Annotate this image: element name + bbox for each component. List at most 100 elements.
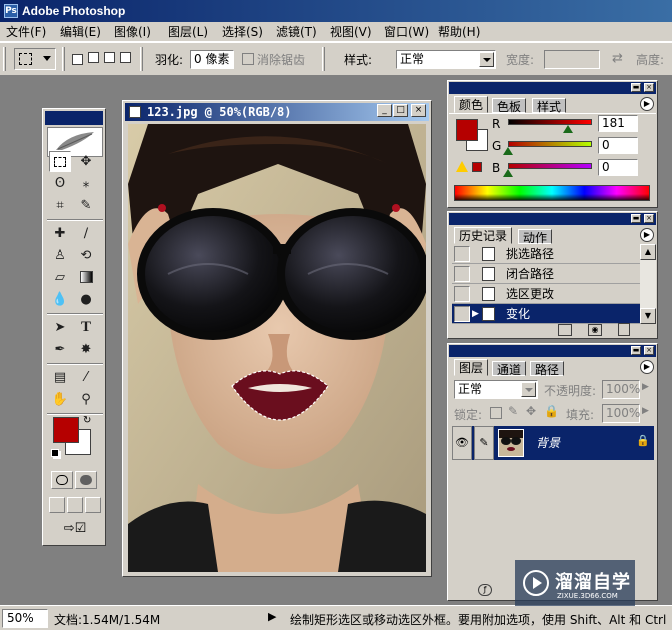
tab-swatches[interactable]: 色板 bbox=[492, 98, 527, 114]
history-item[interactable]: 选区更改 bbox=[452, 284, 644, 304]
default-colors-icon[interactable] bbox=[51, 449, 59, 457]
options-grip[interactable] bbox=[3, 47, 6, 71]
color-fg-swatch[interactable] bbox=[456, 119, 478, 141]
lock-position-icon[interactable]: ✥ bbox=[526, 404, 536, 418]
history-snapshot-checkbox[interactable] bbox=[454, 286, 470, 302]
menu-view[interactable]: 视图(V) bbox=[328, 24, 374, 40]
panel-menu-arrow-icon[interactable]: ▶ bbox=[640, 97, 654, 111]
hand-tool[interactable]: ✋ bbox=[49, 389, 71, 410]
green-slider-thumb[interactable] bbox=[503, 147, 513, 155]
image-canvas[interactable] bbox=[128, 124, 426, 572]
menu-help[interactable]: 帮助(H) bbox=[436, 24, 482, 40]
panel-minimize-button[interactable]: ▬ bbox=[631, 83, 641, 92]
status-menu-arrow-icon[interactable]: ▶ bbox=[268, 610, 276, 623]
panel-minimize-button[interactable]: ▬ bbox=[631, 214, 641, 223]
red-value-input[interactable]: 181 bbox=[598, 115, 638, 132]
menu-file[interactable]: 文件(F) bbox=[4, 24, 48, 40]
new-snapshot-icon[interactable]: ◉ bbox=[588, 324, 602, 336]
new-document-from-state-icon[interactable] bbox=[558, 324, 572, 336]
history-brush-tool[interactable]: ⟲ bbox=[75, 245, 97, 266]
history-item[interactable]: 挑选路径 bbox=[452, 244, 644, 264]
screen-mode-full-menu-button[interactable] bbox=[67, 497, 83, 513]
blend-mode-select[interactable]: 正常 bbox=[454, 380, 538, 399]
history-scrollbar[interactable]: ▲ ▼ bbox=[640, 244, 656, 324]
color-ramp[interactable] bbox=[454, 185, 650, 201]
fill-slider-icon[interactable]: ▶ bbox=[642, 406, 649, 416]
panel-close-button[interactable]: × bbox=[644, 346, 654, 355]
layer-style-icon[interactable]: ƒ bbox=[478, 584, 492, 596]
green-value-input[interactable]: 0 bbox=[598, 137, 638, 154]
pen-tool[interactable]: ✒ bbox=[49, 339, 71, 360]
layer-name[interactable]: 背景 bbox=[536, 434, 560, 451]
tab-styles[interactable]: 样式 bbox=[532, 98, 567, 114]
lasso-tool[interactable]: ʘ bbox=[49, 173, 71, 194]
lock-all-icon[interactable]: 🔒 bbox=[544, 404, 559, 418]
tab-paths[interactable]: 路径 bbox=[530, 361, 565, 377]
eraser-tool[interactable]: ▱ bbox=[49, 267, 71, 288]
screen-mode-full-button[interactable] bbox=[85, 497, 101, 513]
clone-stamp-tool[interactable]: ♙ bbox=[49, 245, 71, 266]
swap-colors-icon[interactable]: ↻ bbox=[83, 415, 91, 426]
add-selection-icon[interactable] bbox=[88, 52, 99, 63]
foreground-color-swatch[interactable] bbox=[53, 417, 79, 443]
maximize-button[interactable]: □ bbox=[393, 104, 408, 117]
tab-layers[interactable]: 图层 bbox=[454, 359, 489, 376]
slice-tool[interactable]: ✎ bbox=[75, 195, 97, 216]
style-select[interactable]: 正常 bbox=[396, 50, 496, 69]
path-selection-tool[interactable]: ➤ bbox=[49, 317, 71, 338]
move-tool[interactable]: ✥ bbox=[75, 151, 97, 172]
red-slider-thumb[interactable] bbox=[562, 125, 573, 133]
menu-window[interactable]: 窗口(W) bbox=[382, 24, 431, 40]
gamut-warning-icon[interactable] bbox=[456, 161, 468, 172]
width-input[interactable] bbox=[544, 50, 600, 69]
eyedropper-tool[interactable]: ⁄ bbox=[75, 367, 97, 388]
layers-list-empty-area[interactable] bbox=[452, 462, 654, 572]
layer-brush-icon[interactable]: ✎ bbox=[474, 426, 494, 460]
magic-wand-tool[interactable]: ⁎ bbox=[75, 173, 97, 194]
panel-menu-arrow-icon[interactable]: ▶ bbox=[640, 228, 654, 242]
lock-transparent-icon[interactable] bbox=[490, 407, 502, 419]
minimize-button[interactable]: _ bbox=[377, 104, 392, 117]
lock-image-icon[interactable]: ✎ bbox=[508, 404, 518, 418]
healing-brush-tool[interactable]: ✚ bbox=[49, 223, 71, 244]
history-panel-header[interactable]: ▬ × bbox=[449, 213, 656, 225]
blue-slider-track[interactable] bbox=[508, 163, 592, 169]
blur-tool[interactable]: 💧 bbox=[49, 289, 71, 310]
blue-slider-thumb[interactable] bbox=[503, 169, 513, 177]
quick-mask-button[interactable] bbox=[75, 471, 97, 489]
crop-tool[interactable]: ⌗ bbox=[49, 195, 71, 216]
menu-edit[interactable]: 编辑(E) bbox=[58, 24, 103, 40]
history-snapshot-checkbox[interactable] bbox=[454, 246, 470, 262]
screen-mode-standard-button[interactable] bbox=[49, 497, 65, 513]
standard-mode-button[interactable] bbox=[51, 471, 73, 489]
panel-menu-arrow-icon[interactable]: ▶ bbox=[640, 360, 654, 374]
intersect-selection-icon[interactable] bbox=[120, 52, 131, 63]
trash-icon[interactable] bbox=[618, 323, 630, 336]
jump-to-imageready-icon[interactable]: ⇨☑ bbox=[51, 521, 99, 541]
zoom-tool[interactable]: ⚲ bbox=[75, 389, 97, 410]
tab-color[interactable]: 颜色 bbox=[454, 96, 489, 113]
opacity-input[interactable]: 100% bbox=[602, 380, 640, 399]
history-snapshot-checkbox[interactable] bbox=[454, 266, 470, 282]
type-tool[interactable]: T bbox=[75, 317, 97, 338]
tab-actions[interactable]: 动作 bbox=[518, 229, 553, 245]
panel-close-button[interactable]: × bbox=[644, 214, 654, 223]
custom-shape-tool[interactable]: ✸ bbox=[75, 339, 97, 360]
blend-mode-dropdown-button[interactable] bbox=[521, 382, 536, 397]
tool-preset-picker[interactable] bbox=[14, 48, 56, 70]
layer-visibility-eye-icon[interactable]: 👁 bbox=[452, 426, 472, 460]
gradient-tool[interactable] bbox=[75, 267, 97, 288]
menu-layer[interactable]: 图层(L) bbox=[166, 24, 210, 40]
menu-select[interactable]: 选择(S) bbox=[220, 24, 265, 40]
panel-minimize-button[interactable]: ▬ bbox=[631, 346, 641, 355]
gamut-color-swatch[interactable] bbox=[472, 162, 482, 172]
rectangular-marquee-tool[interactable] bbox=[49, 151, 71, 172]
green-slider-track[interactable] bbox=[508, 141, 592, 147]
opacity-slider-icon[interactable]: ▶ bbox=[642, 382, 649, 392]
brush-tool[interactable]: ∕ bbox=[75, 223, 97, 244]
blue-value-input[interactable]: 0 bbox=[598, 159, 638, 176]
tab-channels[interactable]: 通道 bbox=[492, 361, 527, 377]
fill-input[interactable]: 100% bbox=[602, 404, 640, 423]
new-selection-icon[interactable] bbox=[72, 54, 83, 65]
close-button[interactable]: × bbox=[411, 104, 426, 117]
